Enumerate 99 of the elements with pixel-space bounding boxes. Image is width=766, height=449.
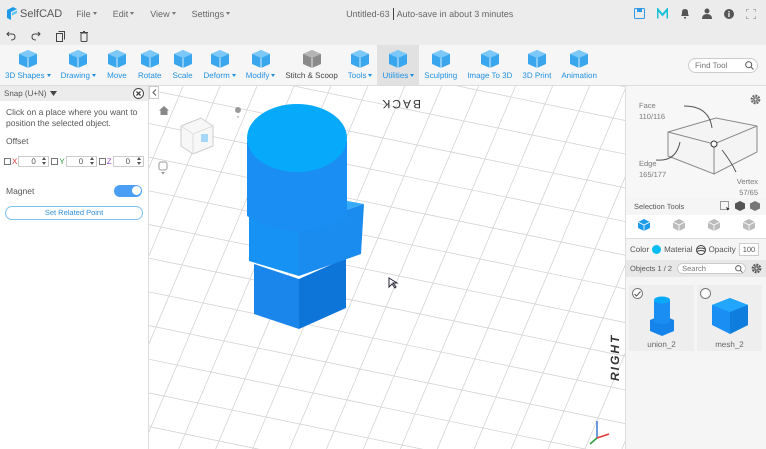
object-select-checkbox[interactable] [632,288,643,299]
cube-icon[interactable] [16,48,39,70]
material-label: Material [664,245,693,254]
redo-icon[interactable] [31,31,41,41]
mouse-cursor-icon [388,277,399,289]
dropdown-caret-icon[interactable] [50,91,58,96]
axis-checkbox[interactable] [98,158,106,165]
cube-icon[interactable] [478,48,501,70]
m-logo-icon[interactable] [657,8,668,19]
select-cursor-icon[interactable] [720,201,730,211]
cube-icon[interactable] [526,48,548,70]
save-icon[interactable] [634,8,645,19]
toolbar-tool[interactable]: Animation [556,45,602,85]
object-select-checkbox[interactable] [700,288,711,299]
search-icon[interactable] [745,60,754,70]
caret-icon[interactable] [368,74,372,78]
color-label: Color [630,245,650,254]
color-swatch[interactable] [652,245,662,254]
spinner-icon[interactable] [136,157,141,166]
copy-icon[interactable] [56,30,65,42]
magnet-label: Magnet [6,186,34,196]
instruction-text: Click on a place where you want to position the selected object. [6,107,138,130]
logo-text: SelfCAD [20,8,62,20]
toolbar-tool[interactable]: Drawing [56,45,101,85]
menu-item[interactable]: Settings [192,8,230,18]
cube-icon[interactable] [208,48,231,70]
back-side-label: BACK [380,97,421,111]
caret-icon[interactable] [271,74,276,78]
axis-checkbox[interactable] [4,158,11,165]
right-side-label: RIGHT [608,334,622,381]
cube-icon[interactable] [138,48,161,70]
cube-icon[interactable] [568,48,590,70]
menu-item[interactable]: File [76,8,97,18]
info-icon[interactable] [724,8,734,18]
offset-input[interactable]: 0 [18,156,50,167]
toolbar-tool[interactable]: 3D Shapes [0,45,56,85]
cube-icon[interactable] [387,48,410,70]
cube-icon[interactable] [67,48,90,70]
undo-icon[interactable] [6,31,16,41]
cube-icon[interactable] [349,48,372,70]
collapse-panel-button[interactable] [149,86,159,99]
close-icon[interactable] [133,88,144,99]
cube-icon[interactable] [300,48,323,70]
offset-input[interactable]: 0 [112,156,144,167]
toolbar-tool[interactable]: Utilities [377,45,420,85]
cube-icon[interactable] [250,48,272,70]
object-card[interactable]: union_2 [629,285,694,351]
offset-label: Offset [6,136,30,146]
trash-icon[interactable] [80,30,88,42]
toolbar-tool[interactable]: Move [100,45,133,85]
object-name: union_2 [647,340,676,349]
search-icon[interactable] [735,264,743,272]
toolbar-tool[interactable]: Modify [240,45,280,85]
magnet-toggle[interactable] [114,184,142,197]
cube-icon[interactable] [172,48,194,70]
offset-input[interactable]: 0 [66,156,97,167]
opacity-label: Opacity [708,245,736,254]
document-title: Untitled-63 [346,8,390,18]
toolbar-tool[interactable]: Sculpting [419,45,462,85]
bell-icon[interactable] [680,8,690,19]
axis-gizmo-icon [590,421,610,445]
caret-icon[interactable] [410,74,414,78]
find-tool-field[interactable]: Find Tool [688,58,758,72]
stacked-shapes-drawing[interactable] [247,104,364,329]
union-shape-thumbnail [648,296,674,336]
axis-label: X [12,156,18,166]
cube-thumbnail [710,296,750,336]
material-icon[interactable] [696,244,706,254]
panel-title: Snap (U+N) [4,89,46,98]
toolbar-tool[interactable]: Stitch & Scoop [280,45,343,85]
home-icon[interactable] [159,106,169,115]
logo-icon [6,6,18,20]
fullscreen-icon[interactable] [746,8,756,18]
cube-icon[interactable] [106,48,128,70]
chevron-left-icon[interactable] [152,89,156,96]
caret-icon[interactable] [92,74,96,78]
toolbar-tool[interactable]: Rotate [132,45,167,85]
axis-checkbox[interactable] [51,158,58,165]
object-card[interactable]: mesh_2 [697,285,762,351]
toolbar-tool[interactable]: Image To 3D [462,45,518,85]
toolbar-tool[interactable]: 3D Print [517,45,556,85]
axis-label: Y [59,156,65,166]
menu-item[interactable]: View [150,8,176,18]
settings-icon[interactable] [751,263,762,274]
light-icon[interactable] [233,106,243,118]
toolbar-tool[interactable]: Deform [198,45,241,85]
toolbar-tool[interactable]: Tools [342,45,378,85]
autosave-status: Auto-save in about 3 minutes [396,8,514,18]
caret-icon[interactable] [232,74,236,78]
object-name: mesh_2 [715,340,744,349]
axis-label: Z [106,156,112,166]
toolbar-tool[interactable]: Scale [166,45,199,85]
cube-icon[interactable] [430,48,452,70]
spinner-icon[interactable] [90,157,94,166]
spinner-icon[interactable] [42,157,46,166]
user-icon[interactable] [702,8,712,19]
settings-icon[interactable] [750,94,761,105]
menu-item[interactable]: Edit [112,8,134,18]
caret-icon[interactable] [46,74,51,78]
